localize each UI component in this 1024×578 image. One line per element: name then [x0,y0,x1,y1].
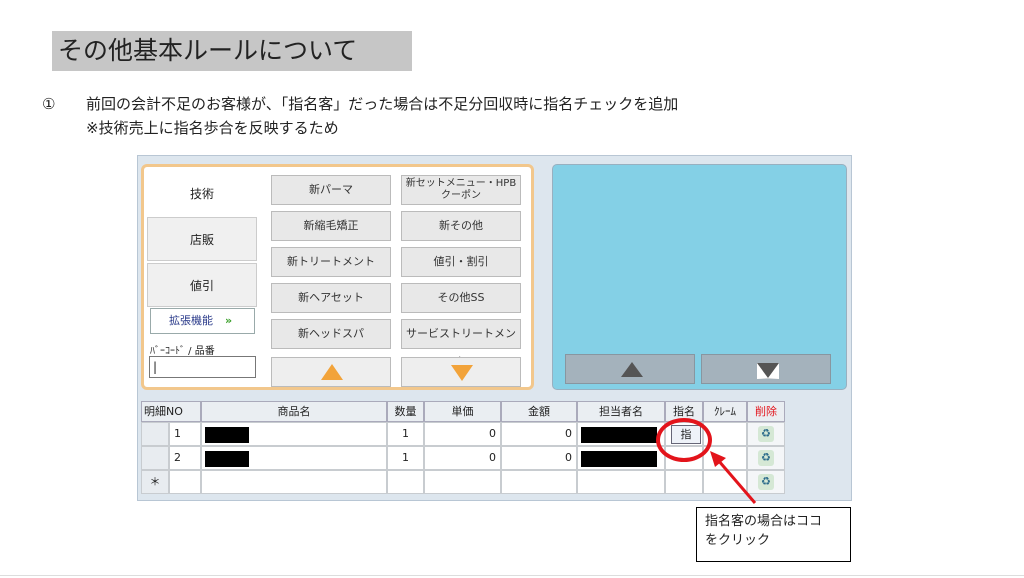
triangle-down-icon [757,363,779,379]
triangle-down-icon [451,365,473,381]
new-row-shimei[interactable] [665,470,703,494]
redacted-block [581,427,657,443]
menu-button-new-other[interactable]: 新その他 [401,211,521,241]
triangle-up-icon [621,362,643,377]
col-header-product[interactable]: 商品名 [201,401,387,422]
pointer-arrow [710,451,757,504]
new-row-unit-price[interactable] [424,470,501,494]
new-row-marker[interactable]: ＊ [141,470,169,494]
blue-panel [552,164,847,390]
category-tab-nebiki[interactable]: 値引 [147,263,257,307]
redacted-block [205,427,249,443]
blue-panel-up-button[interactable] [565,354,695,384]
menu-button-service-treatment[interactable]: サービストリートメント [401,319,521,368]
new-row-qty[interactable] [387,470,424,494]
callout-box: 指名客の場合はココ をクリック [696,507,851,562]
extend-function-label: 拡張機能 [169,314,213,327]
col-header-unit-price[interactable]: 単価 [424,401,501,422]
scroll-down-button[interactable] [401,357,521,387]
col-header-amount[interactable]: 金額 [501,401,577,422]
new-row-no [169,470,201,494]
row-amount: 0 [501,446,577,470]
row-unit-price[interactable]: 0 [424,422,501,446]
note-line-2: ※技術売上に指名歩合を反映するため [86,119,339,137]
new-row-product[interactable] [201,470,387,494]
menu-button-new-hairset[interactable]: 新ヘアセット [271,283,391,313]
menu-button-other-ss[interactable]: その他SS [401,283,521,313]
slide-title: その他基本ルールについて [52,31,412,71]
category-tab-tenpan[interactable]: 店販 [147,217,257,261]
note-line-1: ① 前回の会計不足のお客様が、「指名客」だった場合は不足分回収時に指名チェックを追… [42,93,678,114]
col-header-delete[interactable]: 削除 [747,401,785,422]
col-header-claim[interactable]: ｸﾚｰﾑ [703,401,747,422]
note-text-1: 前回の会計不足のお客様が、「指名客」だった場合は不足分回収時に指名チェックを追加 [86,95,679,113]
row-staff[interactable] [577,422,665,446]
callout-line-2: をクリック [705,533,771,548]
row-qty[interactable]: 1 [387,446,424,470]
menu-button-new-treatment[interactable]: 新トリートメント [271,247,391,277]
row-amount: 0 [501,422,577,446]
row-no: 2 [169,446,201,470]
menu-button-new-set-coupon[interactable]: 新セットメニュー・HPBクーポン [401,175,521,205]
row-qty[interactable]: 1 [387,422,424,446]
new-row-amount [501,470,577,494]
row-no: 1 [169,422,201,446]
col-header-staff[interactable]: 担当者名 [577,401,665,422]
barcode-input[interactable]: | [149,356,256,378]
callout-line-1: 指名客の場合はココ [705,514,823,529]
row-selector[interactable] [141,422,169,446]
new-row-staff[interactable] [577,470,665,494]
triangle-up-icon [321,364,343,380]
category-tab-gijutsu[interactable]: 技術 [147,171,257,215]
menu-button-discount[interactable]: 値引・割引 [401,247,521,277]
menu-button-new-headspa[interactable]: 新ヘッドスパ [271,319,391,349]
menu-panel: 技術 店販 値引 拡張機能 » ﾊﾞｰｺｰﾄﾞ / 品番 | 新パーマ 新縮毛矯正… [141,164,534,390]
scroll-up-button[interactable] [271,357,391,387]
row-unit-price[interactable]: 0 [424,446,501,470]
row-selector[interactable] [141,446,169,470]
col-header-qty[interactable]: 数量 [387,401,424,422]
row-staff[interactable] [577,446,665,470]
barcode-label: ﾊﾞｰｺｰﾄﾞ / 品番 [150,346,215,357]
redacted-block [205,451,249,467]
bottom-divider [0,575,1024,576]
col-header-no[interactable]: 明細NO [141,401,201,422]
menu-button-new-straightening[interactable]: 新縮毛矯正 [271,211,391,241]
menu-button-new-perm[interactable]: 新パーマ [271,175,391,205]
redacted-block [581,451,657,467]
extend-function-button[interactable]: 拡張機能 » [150,308,255,334]
blue-panel-down-button[interactable] [701,354,831,384]
note-number: ① [42,95,56,113]
row-product[interactable] [201,422,387,446]
double-chevron-right-icon: » [225,314,233,327]
row-product[interactable] [201,446,387,470]
